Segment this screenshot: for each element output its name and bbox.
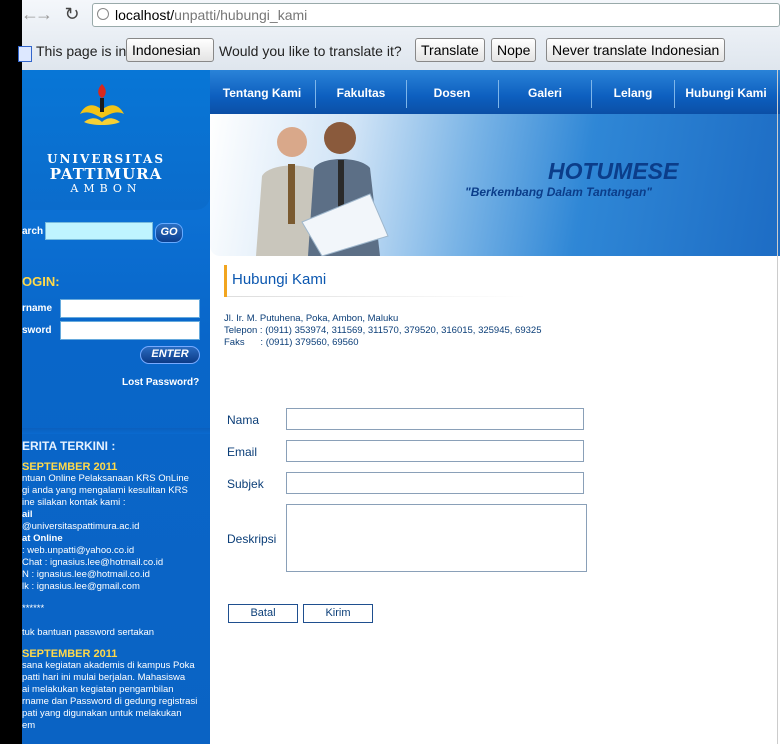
heading-underline	[227, 296, 527, 297]
logo-panel: UNIVERSITAS PATTIMURA AMBON	[22, 70, 210, 210]
batal-button[interactable]: Batal	[228, 604, 298, 623]
news-line: rname dan Password di gedung registrasi	[22, 696, 198, 707]
nama-label: Nama	[227, 413, 260, 427]
nav-tentang-kami[interactable]: Tentang Kami	[210, 70, 314, 114]
banner-motto: "Berkembang Dalam Tantangan"	[465, 185, 652, 199]
deskripsi-label: Deskripsi	[227, 532, 277, 546]
translate-button[interactable]: Translate	[415, 38, 485, 62]
translate-bar: This page is in Indonesian ▼ Would you l…	[18, 36, 780, 79]
news-date: SEPTEMBER 2011	[22, 648, 118, 660]
language-select[interactable]: Indonesian ▼	[126, 38, 214, 79]
news-line: lk : ignasius.lee@gmail.com	[22, 581, 140, 592]
address-text: Jl. Ir. M. Putuhena, Poka, Ambon, Maluku	[224, 313, 399, 324]
nope-button[interactable]: Nope	[491, 38, 537, 62]
browser-chrome: ← → ↻ localhost/unpatti/hubungi_kami Thi…	[18, 0, 780, 79]
news-line: em	[22, 720, 36, 731]
logo-line-universitas: UNIVERSITAS	[46, 152, 165, 166]
fax-text: Faks : (0911) 379560, 69560	[224, 337, 359, 348]
screen-edge	[0, 0, 22, 744]
nav-fakultas[interactable]: Fakultas	[316, 70, 406, 114]
news-line: sana kegiatan akademis di kampus Poka	[22, 660, 195, 671]
news-line: ail	[22, 509, 33, 520]
news-line: ******	[22, 603, 45, 614]
sidebar: UNIVERSITAS PATTIMURA AMBON arch GO OGIN…	[22, 70, 210, 744]
translate-prefix: This page is in	[36, 43, 127, 59]
username-input[interactable]	[60, 299, 200, 318]
logo-line-ambon: AMBON	[70, 182, 142, 195]
news-line: ine silakan kontak kami :	[22, 497, 126, 508]
password-input[interactable]	[60, 321, 200, 340]
header-banner: HOTUMESE "Berkembang Dalam Tantangan"	[210, 114, 780, 256]
news-title: ERITA TERKINI :	[22, 439, 116, 453]
news-line: ai melakukan kegiatan pengambilan	[22, 684, 174, 695]
news-line: pati yang digunakan untuk melakukan	[22, 708, 182, 719]
page-heading: Hubungi Kami	[224, 265, 564, 297]
username-label: rname	[22, 303, 53, 314]
page-title: Hubungi Kami	[232, 271, 327, 288]
news-line: gi anda yang mengalami kesulitan KRS	[22, 485, 188, 496]
subjek-input[interactable]	[286, 472, 584, 494]
lost-password-link[interactable]: Lost Password?	[122, 377, 199, 388]
nav-galeri[interactable]: Galeri	[499, 70, 591, 114]
translate-question: Would you like to translate it?	[219, 43, 402, 59]
banner-photo-image	[256, 122, 389, 256]
heading-accent	[224, 265, 227, 297]
subjek-label: Subjek	[227, 477, 264, 491]
globe-icon	[97, 8, 109, 20]
logo-line-pattimura: PATTIMURA	[49, 165, 163, 183]
divider	[22, 428, 210, 434]
nav-hubungi-kami[interactable]: Hubungi Kami	[675, 70, 777, 114]
email-input[interactable]	[286, 440, 584, 462]
university-emblem-icon	[80, 84, 124, 125]
main-nav: Tentang Kami Fakultas Dosen Galeri Lelan…	[210, 70, 780, 114]
search-label: arch	[22, 226, 44, 237]
news-line: tuk bantuan password sertakan	[22, 627, 155, 638]
phone-text: Telepon : (0911) 353974, 311569, 311570,…	[224, 325, 542, 336]
nav-lelang[interactable]: Lelang	[592, 70, 674, 114]
page-border	[777, 70, 778, 744]
news-item-1: SEPTEMBER 2011 ntuan Online Pelaksanaan …	[22, 461, 189, 639]
news-date: SEPTEMBER 2011	[22, 461, 118, 473]
news-item-2: SEPTEMBER 2011 sana kegiatan akademis di…	[22, 648, 197, 732]
go-button[interactable]: GO	[155, 223, 183, 243]
reload-icon[interactable]: ↻	[62, 4, 82, 25]
nav-dosen[interactable]: Dosen	[407, 70, 497, 114]
news-line: : web.unpatti@yahoo.co.id	[22, 545, 135, 556]
login-title: OGIN:	[22, 274, 60, 289]
nama-input[interactable]	[286, 408, 584, 430]
news-line: ntuan Online Pelaksanaan KRS OnLine	[22, 473, 189, 484]
never-translate-button[interactable]: Never translate Indonesian	[546, 38, 726, 62]
kirim-button[interactable]: Kirim	[303, 604, 373, 623]
url-path: unpatti/hubungi_kami	[174, 7, 308, 23]
search-input[interactable]	[45, 222, 153, 240]
news-line: at Online	[22, 533, 63, 544]
address-bar[interactable]: localhost/unpatti/hubungi_kami	[92, 3, 780, 27]
forward-arrow-icon[interactable]: →	[34, 4, 54, 25]
translate-icon	[18, 46, 32, 62]
password-label: sword	[22, 325, 52, 336]
banner-title: HOTUMESE	[548, 158, 679, 184]
news-line: N : ignasius.lee@hotmail.co.id	[22, 569, 150, 580]
url-host: localhost/	[115, 7, 175, 23]
language-value: Indonesian	[132, 42, 201, 58]
email-label: Email	[227, 445, 258, 459]
deskripsi-textarea[interactable]	[286, 504, 587, 572]
enter-button[interactable]: ENTER	[140, 346, 200, 364]
news-line: Chat : ignasius.lee@hotmail.co.id	[22, 557, 164, 568]
news-line: @universitaspattimura.ac.id	[22, 521, 140, 532]
news-line: patti hari ini mulai berjalan. Mahasiswa	[22, 672, 186, 683]
